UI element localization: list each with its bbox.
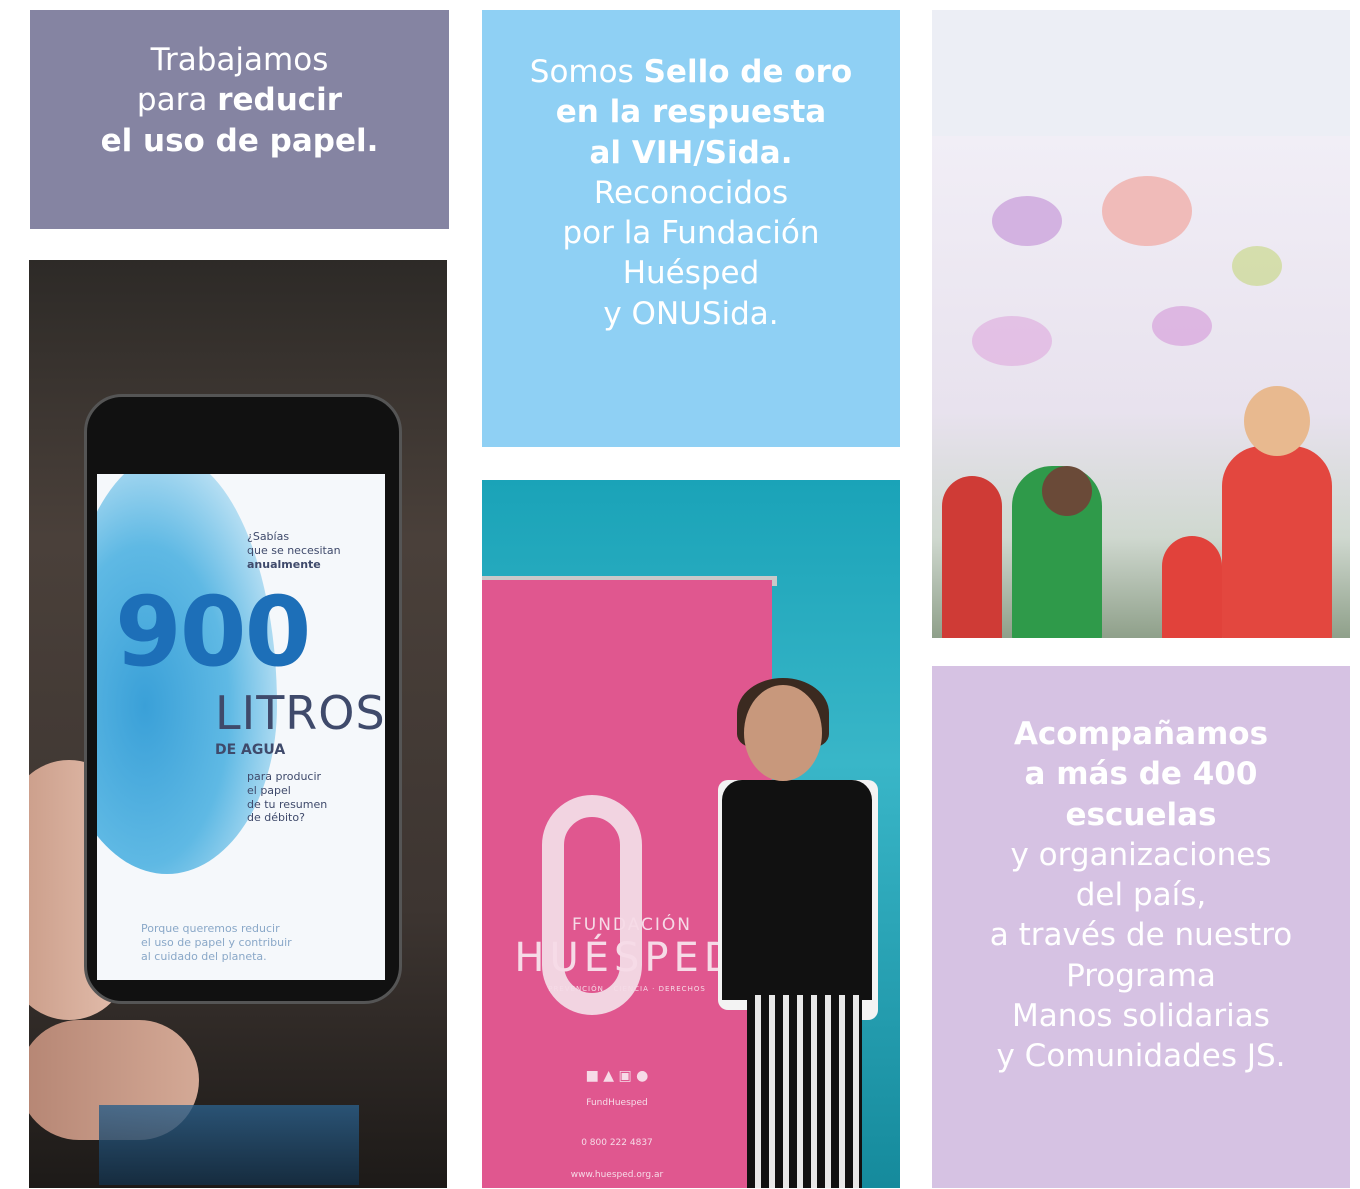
phone-campaign-photo: ¿Sabías que se necesitan anualmente 900 … bbox=[29, 260, 447, 1188]
panel2-line1-b: Sello de oro bbox=[643, 54, 853, 90]
ribbon-logo bbox=[542, 795, 642, 1015]
phone-f2: el uso de papel y contribuir bbox=[141, 935, 292, 949]
phone-screen: ¿Sabías que se necesitan anualmente 900 … bbox=[97, 474, 385, 980]
panel2-line1: Somos Sello de oro bbox=[530, 52, 852, 92]
screen-reflection bbox=[99, 1105, 359, 1185]
phone-f1: Porque queremos reducir bbox=[141, 922, 280, 935]
flower-shape bbox=[1102, 176, 1192, 246]
panel2-line4: Reconocidos bbox=[593, 174, 789, 211]
kid-head bbox=[1244, 386, 1310, 456]
person-face bbox=[744, 685, 822, 781]
kid-figure bbox=[942, 476, 1002, 638]
kid-head bbox=[1042, 466, 1092, 516]
banner-phone: 0 800 222 4837 bbox=[581, 1138, 653, 1148]
phone-q1: ¿Sabías bbox=[247, 530, 290, 543]
panel1-line1: Trabajamos bbox=[150, 42, 329, 78]
phone-t4: de débito? bbox=[247, 811, 305, 825]
huesped-banner-photo: FUNDACIÓN HUÉSPED PREVENCIÓN · CIENCIA ·… bbox=[482, 480, 900, 1188]
phone-q3: anualmente bbox=[247, 557, 321, 571]
banner-web: www.huesped.org.ar bbox=[570, 1170, 664, 1180]
banner-handle: FundHuesped bbox=[586, 1098, 648, 1108]
panel4-line1: Acompañamos bbox=[1013, 716, 1269, 752]
panel1-line2-a: para bbox=[136, 82, 218, 119]
kid-figure bbox=[1222, 446, 1332, 638]
flower-shape bbox=[972, 316, 1052, 366]
panel4-line4: y organizaciones bbox=[1010, 836, 1272, 873]
blank-panel bbox=[932, 10, 1350, 136]
flower-shape bbox=[992, 196, 1062, 246]
panel4-line3: escuelas bbox=[1065, 796, 1217, 833]
phone-q2: que se necesitan bbox=[247, 543, 341, 557]
paper-reduction-panel: Trabajamos para reducir el uso de papel. bbox=[30, 10, 449, 229]
panel4-line7: Programa bbox=[1066, 957, 1216, 994]
panel2-line6: Huésped bbox=[622, 255, 760, 292]
phone-footer: Porque queremos reducir el uso de papel … bbox=[141, 922, 292, 963]
flower-shape bbox=[1152, 306, 1212, 346]
phone-f3: al cuidado del planeta. bbox=[141, 949, 267, 963]
panel4-line9: y Comunidades JS. bbox=[996, 1038, 1286, 1075]
kid-figure bbox=[1162, 536, 1222, 638]
panel4-line6: a través de nuestro bbox=[989, 917, 1293, 954]
phone-question: ¿Sabías que se necesitan anualmente bbox=[247, 530, 341, 571]
panel1-line2-b: reducir bbox=[217, 82, 343, 119]
panel2-line2: en la respuesta bbox=[555, 94, 827, 131]
person-pants bbox=[747, 995, 862, 1188]
phone-t1: para producir bbox=[247, 770, 322, 783]
banner-fundacion: FUNDACIÓN bbox=[571, 915, 693, 935]
person-torso bbox=[722, 780, 872, 1000]
schools-program-panel: Acompañamos a más de 400 escuelas y orga… bbox=[932, 666, 1350, 1188]
panel2-line5: por la Fundación bbox=[562, 215, 820, 252]
panel4-line5: del país, bbox=[1075, 877, 1207, 914]
panel2-line1-a: Somos bbox=[529, 54, 644, 90]
phone-t2: el papel bbox=[247, 783, 291, 797]
kids-parachute-photo bbox=[932, 136, 1350, 638]
hiv-gold-seal-panel: Somos Sello de oro en la respuesta al VI… bbox=[482, 10, 900, 447]
flower-shape bbox=[1232, 246, 1282, 286]
panel1-line2: para reducir bbox=[137, 80, 342, 120]
panel4-line2: a más de 400 bbox=[1024, 756, 1258, 793]
panel2-line7: y ONUSida. bbox=[603, 295, 779, 332]
panel2-line3: al VIH/Sida. bbox=[589, 134, 793, 171]
phone-t3: de tu resumen bbox=[247, 797, 328, 811]
panel1-line3: el uso de papel. bbox=[100, 122, 379, 159]
panel4-line8: Manos solidarias bbox=[1012, 998, 1270, 1035]
banner-social-icons: ■ ▲ ▣ ● bbox=[585, 1068, 649, 1084]
phone-number: 900 bbox=[115, 576, 311, 688]
phone-body-text: para producir el papel de tu resumen de … bbox=[247, 770, 327, 825]
phone-litros: LITROS bbox=[215, 686, 385, 740]
phone-agua: DE AGUA bbox=[215, 742, 286, 758]
